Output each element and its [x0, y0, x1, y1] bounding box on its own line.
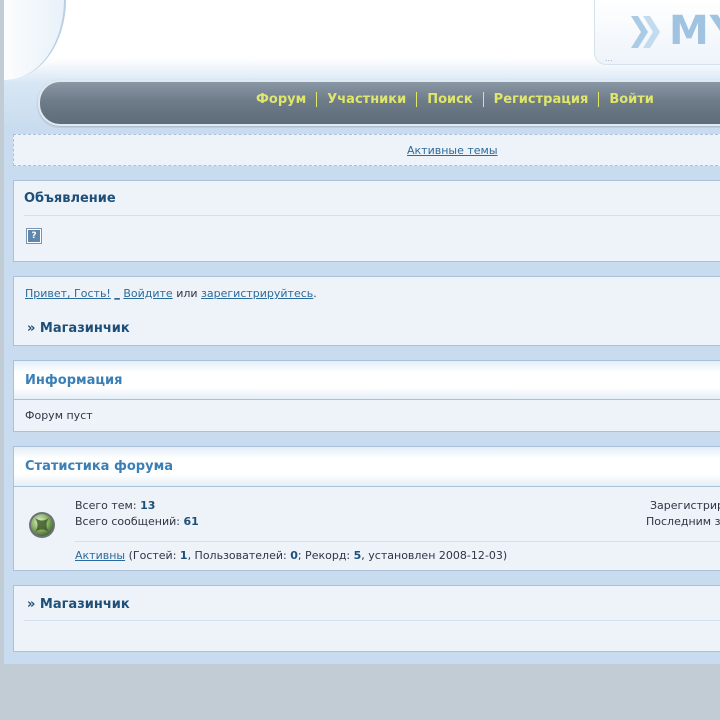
nav-item-search[interactable]: Поиск	[416, 92, 482, 107]
header-curve-decoration	[4, 0, 66, 80]
registered-line: Зарегистрир	[650, 499, 720, 512]
double-chevron-icon	[631, 16, 660, 48]
breadcrumb[interactable]: » Магазинчик	[27, 321, 130, 336]
footer-breadcrumb[interactable]: » Магазинчик	[27, 597, 130, 612]
active-topics-link[interactable]: Активные темы	[407, 144, 498, 157]
footer-breadcrumb-box: » Магазинчик	[13, 585, 720, 652]
topics-count-line: Всего тем: 13	[75, 498, 199, 514]
greeting-link[interactable]: Привет, Гость!	[25, 287, 111, 300]
record-label: ; Рекорд:	[297, 549, 351, 562]
main-nav: Форум Участники Поиск Регистрация Войти	[38, 80, 720, 126]
xbox-icon	[29, 512, 55, 538]
posts-value: 61	[183, 515, 199, 528]
login-link[interactable]: Войдите	[123, 287, 172, 300]
online-line: Активны (Гостей: 1, Пользователей: 0; Ре…	[75, 549, 507, 562]
register-link[interactable]: зарегистрируйтесь	[201, 287, 313, 300]
or-text: или	[176, 287, 198, 300]
logo-text: MY	[669, 8, 720, 54]
posts-label: Всего сообщений:	[75, 515, 180, 528]
divider	[24, 215, 720, 216]
stats-title: Статистика форума	[25, 459, 173, 474]
page: MY ... Форум Участники Поиск Регистрация…	[4, 0, 720, 664]
announcement-box: Объявление ?	[13, 180, 720, 262]
info-text: Форум пуст	[25, 409, 93, 422]
divider	[75, 541, 720, 542]
record-date: , установлен 2008-12-03)	[361, 549, 508, 562]
announcement-title: Объявление	[24, 191, 116, 206]
users-label: , Пользователей:	[187, 549, 287, 562]
header: MY ... Форум Участники Поиск Регистрация…	[4, 0, 720, 128]
nav-item-forum[interactable]: Форум	[246, 92, 316, 107]
logo-dots: ...	[605, 54, 613, 63]
broken-image-glyph: ?	[28, 230, 40, 242]
nav-item-register[interactable]: Регистрация	[482, 92, 599, 107]
divider	[24, 620, 720, 621]
topics-label: Всего тем:	[75, 499, 137, 512]
topics-value: 13	[140, 499, 156, 512]
online-users-link[interactable]: Активны	[75, 549, 125, 562]
guests-label: (Гостей:	[128, 549, 177, 562]
stats-users: Зарегистрир Последним за	[646, 498, 720, 530]
stats-header: Статистика форума	[14, 447, 720, 487]
welcome-box: Привет, Гость! _ Войдите или зарегистрир…	[13, 276, 720, 346]
logo[interactable]: MY ...	[594, 0, 720, 65]
nav-item-login[interactable]: Войти	[598, 92, 664, 107]
users-value: 0	[290, 549, 298, 562]
stats-box: Статистика форума Всего тем: 13 Всего со…	[13, 446, 720, 571]
period-text: .	[313, 287, 317, 300]
underscore-link[interactable]: _	[114, 287, 120, 300]
info-box: Информация Форум пуст	[13, 360, 720, 432]
broken-image-icon: ?	[26, 228, 42, 244]
last-registered-line: Последним за	[646, 515, 720, 528]
active-topics-bar: Активные темы	[13, 134, 720, 166]
welcome-line: Привет, Гость! _ Войдите или зарегистрир…	[25, 287, 317, 300]
nav-item-members[interactable]: Участники	[316, 92, 416, 107]
info-header: Информация	[14, 361, 720, 400]
info-title: Информация	[25, 373, 123, 388]
posts-count-line: Всего сообщений: 61	[75, 514, 199, 530]
stats-totals: Всего тем: 13 Всего сообщений: 61	[75, 498, 199, 530]
guests-value: 1	[179, 549, 188, 562]
